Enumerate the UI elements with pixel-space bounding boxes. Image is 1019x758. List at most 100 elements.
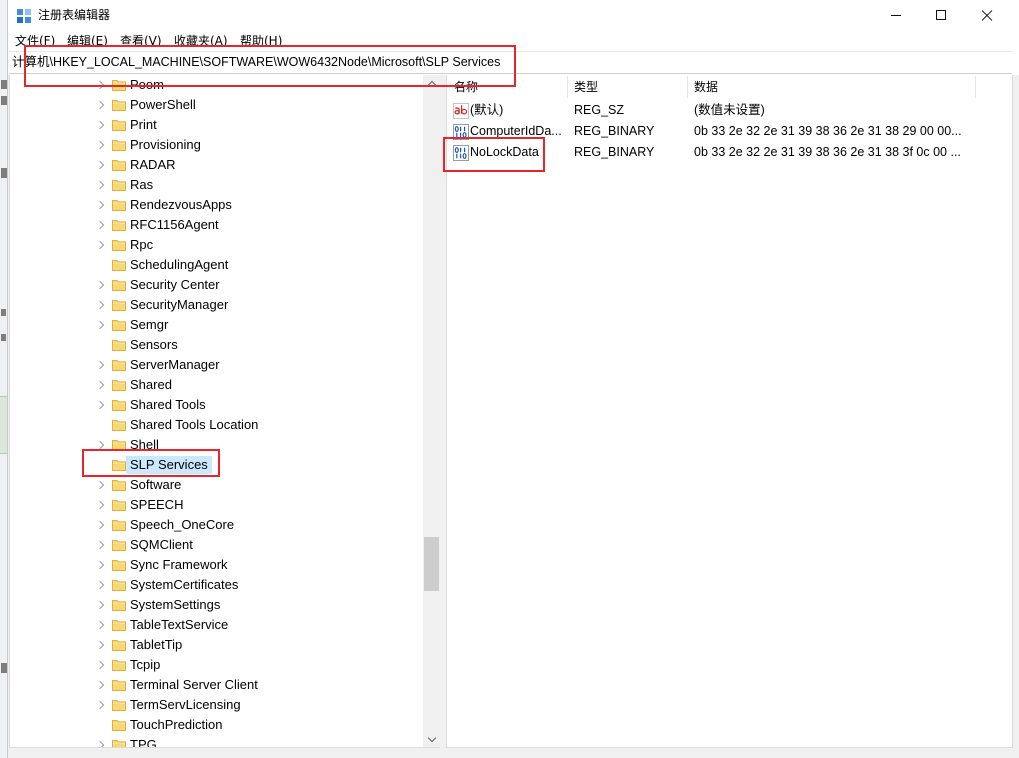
tree-item-sensors[interactable]: Sensors xyxy=(10,335,423,355)
folder-icon xyxy=(112,419,126,431)
tree-item-terminal-server-client[interactable]: Terminal Server Client xyxy=(10,675,423,695)
chevron-right-icon[interactable] xyxy=(95,540,105,550)
chevron-right-icon[interactable] xyxy=(95,700,105,710)
chevron-right-icon[interactable] xyxy=(95,360,105,370)
chevron-right-icon[interactable] xyxy=(95,660,105,670)
tree-item-powershell[interactable]: PowerShell xyxy=(10,95,423,115)
chevron-right-icon[interactable] xyxy=(95,180,105,190)
chevron-right-icon[interactable] xyxy=(95,320,105,330)
string-value-icon xyxy=(453,103,469,119)
menu-favorites[interactable]: 收藏夹(A) xyxy=(174,32,228,50)
chevron-right-icon[interactable] xyxy=(95,240,105,250)
tree-item-shared-tools[interactable]: Shared Tools xyxy=(10,395,423,415)
chevron-right-icon[interactable] xyxy=(95,280,105,290)
chevron-right-icon[interactable] xyxy=(95,160,105,170)
folder-icon xyxy=(112,399,126,411)
tree-item-ras[interactable]: Ras xyxy=(10,175,423,195)
tree-item-poom[interactable]: Poom xyxy=(10,75,423,95)
tree-item-tabletextservice[interactable]: TableTextService xyxy=(10,615,423,635)
tree-item-sync-framework[interactable]: Sync Framework xyxy=(10,555,423,575)
column-header-type[interactable]: 类型 xyxy=(574,76,598,98)
chevron-right-icon[interactable] xyxy=(95,740,105,747)
chevron-right-icon[interactable] xyxy=(95,120,105,130)
menu-edit[interactable]: 编辑(E) xyxy=(67,32,108,50)
column-resize-handle[interactable] xyxy=(567,76,568,98)
tree-item-software[interactable]: Software xyxy=(10,475,423,495)
chevron-right-icon[interactable] xyxy=(95,440,105,450)
tree-item-label: Security Center xyxy=(130,277,220,292)
chevron-right-icon[interactable] xyxy=(95,640,105,650)
chevron-right-icon[interactable] xyxy=(95,580,105,590)
tree-item-tpg[interactable]: TPG xyxy=(10,735,423,747)
minimize-button[interactable] xyxy=(873,0,919,31)
value-row-nolockdata[interactable]: NoLockData REG_BINARY 0b 33 2e 32 2e 31 … xyxy=(447,142,1012,163)
value-list-pane[interactable]: 名称 类型 数据 (默认) REG_SZ (数值未设置) ComputerIdD… xyxy=(446,75,1013,748)
tree-item-slp-services[interactable]: SLP Services xyxy=(10,455,423,475)
tree-item-shared-tools-location[interactable]: Shared Tools Location xyxy=(10,415,423,435)
chevron-right-icon[interactable] xyxy=(95,100,105,110)
tree-item-provisioning[interactable]: Provisioning xyxy=(10,135,423,155)
chevron-right-icon[interactable] xyxy=(95,80,105,90)
tree-item-rfc1156agent[interactable]: RFC1156Agent xyxy=(10,215,423,235)
folder-icon xyxy=(112,79,126,91)
tree-item-schedulingagent[interactable]: SchedulingAgent xyxy=(10,255,423,275)
chevron-right-icon[interactable] xyxy=(95,620,105,630)
chevron-right-icon[interactable] xyxy=(95,380,105,390)
key-tree-pane[interactable]: Poom PowerShell Print Provisioning RADAR Ras R… xyxy=(9,75,440,748)
chevron-right-icon[interactable] xyxy=(95,680,105,690)
tree-item-tablettip[interactable]: TabletTip xyxy=(10,635,423,655)
tree-item-label: RADAR xyxy=(130,157,176,172)
menu-file[interactable]: 文件(F) xyxy=(15,32,55,50)
folder-icon xyxy=(112,619,126,631)
folder-icon xyxy=(112,679,126,691)
tree-item-shell[interactable]: Shell xyxy=(10,435,423,455)
tree-item-servermanager[interactable]: ServerManager xyxy=(10,355,423,375)
column-header-name[interactable]: 名称 xyxy=(454,76,478,98)
menu-help[interactable]: 帮助(H) xyxy=(240,32,282,50)
chevron-right-icon[interactable] xyxy=(95,400,105,410)
column-resize-handle[interactable] xyxy=(975,76,976,98)
binary-value-icon xyxy=(453,124,469,140)
tree-item-speech-onecore[interactable]: Speech_OneCore xyxy=(10,515,423,535)
value-row-computeriddata[interactable]: ComputerIdDa... REG_BINARY 0b 33 2e 32 2… xyxy=(447,121,1012,142)
scroll-down-icon[interactable] xyxy=(427,733,437,743)
address-bar[interactable]: 计算机\HKEY_LOCAL_MACHINE\SOFTWARE\WOW6432N… xyxy=(9,51,1012,74)
chevron-right-icon[interactable] xyxy=(95,500,105,510)
chevron-right-icon[interactable] xyxy=(95,200,105,210)
tree-scrollbar[interactable] xyxy=(423,75,440,747)
tree-item-securitymanager[interactable]: SecurityManager xyxy=(10,295,423,315)
column-resize-handle[interactable] xyxy=(687,76,688,98)
tree-item-tcpip[interactable]: Tcpip xyxy=(10,655,423,675)
scroll-up-icon[interactable] xyxy=(427,80,437,90)
value-row-default[interactable]: (默认) REG_SZ (数值未设置) xyxy=(447,100,1012,121)
tree-item-semgr[interactable]: Semgr xyxy=(10,315,423,335)
tree-item-rpc[interactable]: Rpc xyxy=(10,235,423,255)
minimize-icon xyxy=(891,15,901,16)
tree-item-shared[interactable]: Shared xyxy=(10,375,423,395)
chevron-right-icon[interactable] xyxy=(95,560,105,570)
chevron-right-icon[interactable] xyxy=(95,600,105,610)
binary-value-icon xyxy=(453,145,469,161)
tree-item-print[interactable]: Print xyxy=(10,115,423,135)
scrollbar-thumb[interactable] xyxy=(424,536,439,591)
column-header-data[interactable]: 数据 xyxy=(694,76,718,98)
tree-item-label: SystemSettings xyxy=(130,597,221,612)
chevron-right-icon[interactable] xyxy=(95,520,105,530)
chevron-right-icon[interactable] xyxy=(95,220,105,230)
chevron-right-icon[interactable] xyxy=(95,140,105,150)
tree-item-speech[interactable]: SPEECH xyxy=(10,495,423,515)
close-button[interactable] xyxy=(964,0,1010,31)
tree-item-sqmclient[interactable]: SQMClient xyxy=(10,535,423,555)
tree-item-radar[interactable]: RADAR xyxy=(10,155,423,175)
tree-item-rendezvousapps[interactable]: RendezvousApps xyxy=(10,195,423,215)
folder-icon xyxy=(112,539,126,551)
tree-item-systemsettings[interactable]: SystemSettings xyxy=(10,595,423,615)
maximize-button[interactable] xyxy=(918,0,964,31)
menu-view[interactable]: 查看(V) xyxy=(120,32,162,50)
tree-item-termservlicensing[interactable]: TermServLicensing xyxy=(10,695,423,715)
tree-item-systemcertificates[interactable]: SystemCertificates xyxy=(10,575,423,595)
chevron-right-icon[interactable] xyxy=(95,300,105,310)
tree-item-security-center[interactable]: Security Center xyxy=(10,275,423,295)
chevron-right-icon[interactable] xyxy=(95,480,105,490)
tree-item-touchprediction[interactable]: TouchPrediction xyxy=(10,715,423,735)
